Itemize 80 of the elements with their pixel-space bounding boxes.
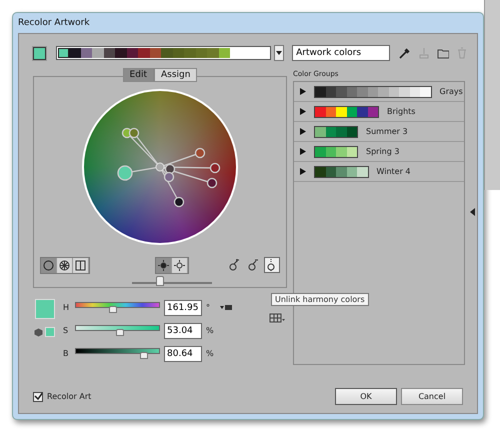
color-swatch[interactable] [196, 48, 207, 58]
dropdown-button[interactable] [274, 45, 284, 61]
color-swatch[interactable] [45, 327, 55, 337]
slider-thumb[interactable] [116, 329, 124, 336]
value-field[interactable]: 161.95 [164, 300, 202, 316]
group-name: Grays [440, 87, 463, 96]
remove-marker-icon [247, 259, 259, 271]
expand-arrow-icon[interactable] [300, 88, 306, 95]
dialog-button[interactable]: Cancel [401, 388, 463, 405]
tab[interactable]: Edit [122, 68, 154, 82]
collapse-arrow-icon[interactable] [470, 208, 475, 216]
name-field[interactable]: Artwork colors [292, 45, 390, 61]
checkbox[interactable] [33, 392, 43, 402]
sun-outline-button[interactable] [172, 258, 188, 273]
color-swatch[interactable] [80, 48, 92, 58]
expand-arrow-icon[interactable] [300, 148, 306, 155]
color-swatch[interactable] [69, 48, 80, 58]
caret-icon [276, 51, 282, 55]
group-name: Spring 3 [366, 147, 400, 156]
group-name: Summer 3 [366, 127, 408, 136]
wheel-mode-button[interactable] [73, 258, 89, 273]
slider-thumb[interactable] [109, 306, 118, 313]
slider-thumb[interactable] [156, 276, 164, 286]
sun-icon-button[interactable] [156, 258, 172, 273]
current-color-swatch[interactable] [33, 46, 46, 60]
wheel-mode-button[interactable] [57, 258, 73, 273]
color-swatch[interactable] [207, 48, 218, 58]
eyedropper-icon[interactable] [398, 47, 410, 59]
color-bar[interactable] [56, 46, 272, 60]
segmented-wheel-icon [59, 260, 70, 271]
color-swatch[interactable] [115, 48, 126, 58]
color-group-row[interactable]: Winter 4 [294, 162, 464, 182]
add-marker-icon [228, 259, 240, 271]
unit-label: ° [206, 303, 210, 312]
color-swatch[interactable] [58, 48, 69, 58]
wheel-slider[interactable] [132, 275, 212, 286]
channel-slider[interactable] [75, 301, 160, 314]
color-group-row[interactable]: Brights [294, 102, 464, 122]
color-group-row[interactable]: Grays [294, 82, 464, 102]
bars-icon [75, 260, 86, 271]
channel-label: S [63, 326, 70, 335]
slider-thumb[interactable] [140, 352, 148, 359]
tab[interactable]: Assign [154, 68, 198, 82]
channel-slider[interactable] [75, 324, 160, 337]
sun-icon [174, 260, 185, 271]
color-swatch[interactable] [161, 48, 172, 58]
color-swatch[interactable] [126, 48, 138, 58]
channel-label: H [63, 303, 70, 312]
color-group-row[interactable]: Spring 3 [294, 142, 464, 162]
color-group-row[interactable]: Summer 3 [294, 122, 464, 142]
group-name: Winter 4 [376, 167, 411, 176]
unit-label: % [206, 326, 214, 335]
unlink-button[interactable] [264, 257, 280, 273]
checkbox-label: Recolor Art [47, 392, 92, 401]
unit-label: % [206, 349, 214, 358]
group-name: Brights [387, 107, 416, 116]
value-field[interactable]: 80.64 [164, 346, 202, 362]
expand-arrow-icon[interactable] [300, 108, 306, 115]
channel-label: B [63, 349, 70, 358]
color-preview [35, 299, 55, 319]
color-swatch[interactable] [218, 48, 230, 58]
dialog-button[interactable]: OK [335, 388, 397, 405]
expand-arrow-icon[interactable] [300, 128, 306, 135]
color-swatch[interactable] [172, 48, 184, 58]
grid-icon[interactable] [269, 313, 285, 323]
channel-slider[interactable] [75, 347, 160, 360]
value-field[interactable]: 53.04 [164, 322, 202, 338]
color-swatch[interactable] [184, 48, 196, 58]
color-swatch[interactable] [138, 48, 150, 58]
menu-icon[interactable] [220, 304, 232, 311]
expand-arrow-icon[interactable] [300, 168, 306, 175]
sun-icon [158, 260, 169, 271]
tooltip: Unlink harmony colors [271, 293, 369, 306]
color-swatch[interactable] [104, 48, 115, 58]
circle-icon [43, 260, 54, 271]
window-title: Recolor Artwork [18, 18, 90, 28]
folder-icon[interactable] [437, 48, 450, 58]
color-swatch[interactable] [150, 48, 161, 58]
wheel-mode-button[interactable] [41, 258, 57, 273]
color-swatch[interactable] [92, 48, 104, 58]
